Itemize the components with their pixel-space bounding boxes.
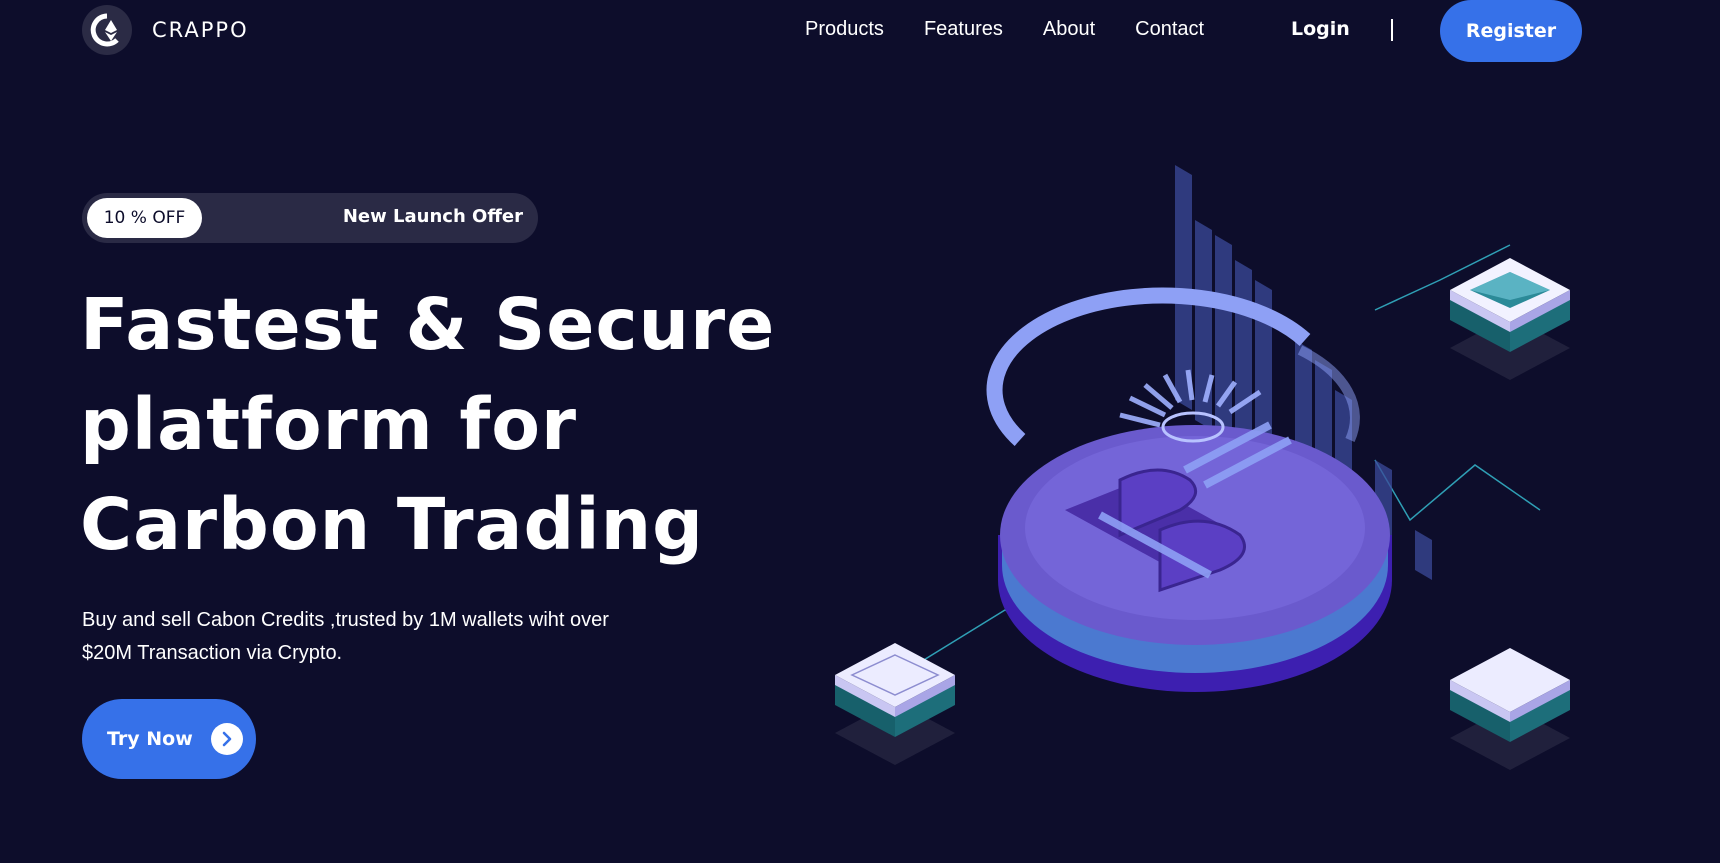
main-nav: Products Features About Contact bbox=[805, 18, 1244, 41]
login-link[interactable]: Login bbox=[1291, 18, 1350, 40]
nav-link-contact[interactable]: Contact bbox=[1135, 18, 1204, 41]
offer-text: New Launch Offer bbox=[342, 206, 523, 227]
hero-subtitle: Buy and sell Cabon Credits ,trusted by 1… bbox=[82, 604, 682, 670]
nav-divider bbox=[1391, 19, 1393, 41]
hero-title-line: platform for bbox=[80, 383, 578, 466]
hero-title-line: Fastest & Secure bbox=[80, 283, 776, 366]
nav-link-products[interactable]: Products bbox=[805, 18, 884, 41]
ethereum-logo-icon bbox=[82, 5, 132, 55]
try-now-label: Try Now bbox=[107, 728, 193, 750]
try-now-button[interactable]: Try Now bbox=[82, 699, 256, 779]
brand-logo[interactable]: CRAPPO bbox=[82, 5, 249, 55]
brand-name: CRAPPO bbox=[152, 18, 249, 42]
chevron-right-icon bbox=[210, 723, 243, 755]
register-button[interactable]: Register bbox=[1440, 0, 1582, 62]
offer-banner: 10 % OFF New Launch Offer bbox=[82, 193, 538, 243]
offer-badge: 10 % OFF bbox=[87, 198, 202, 238]
nav-link-about[interactable]: About bbox=[1043, 18, 1095, 41]
hero-title-line: Carbon Trading bbox=[80, 483, 704, 566]
bitcoin-coin-illustration bbox=[835, 165, 1570, 770]
hero-subtitle-line: $20M Transaction via Crypto. bbox=[82, 642, 343, 664]
nav-link-features[interactable]: Features bbox=[924, 18, 1003, 41]
hero-subtitle-line: Buy and sell Cabon Credits ,trusted by 1… bbox=[82, 609, 609, 631]
hero-title: Fastest & Secure platform for Carbon Tra… bbox=[80, 275, 840, 575]
